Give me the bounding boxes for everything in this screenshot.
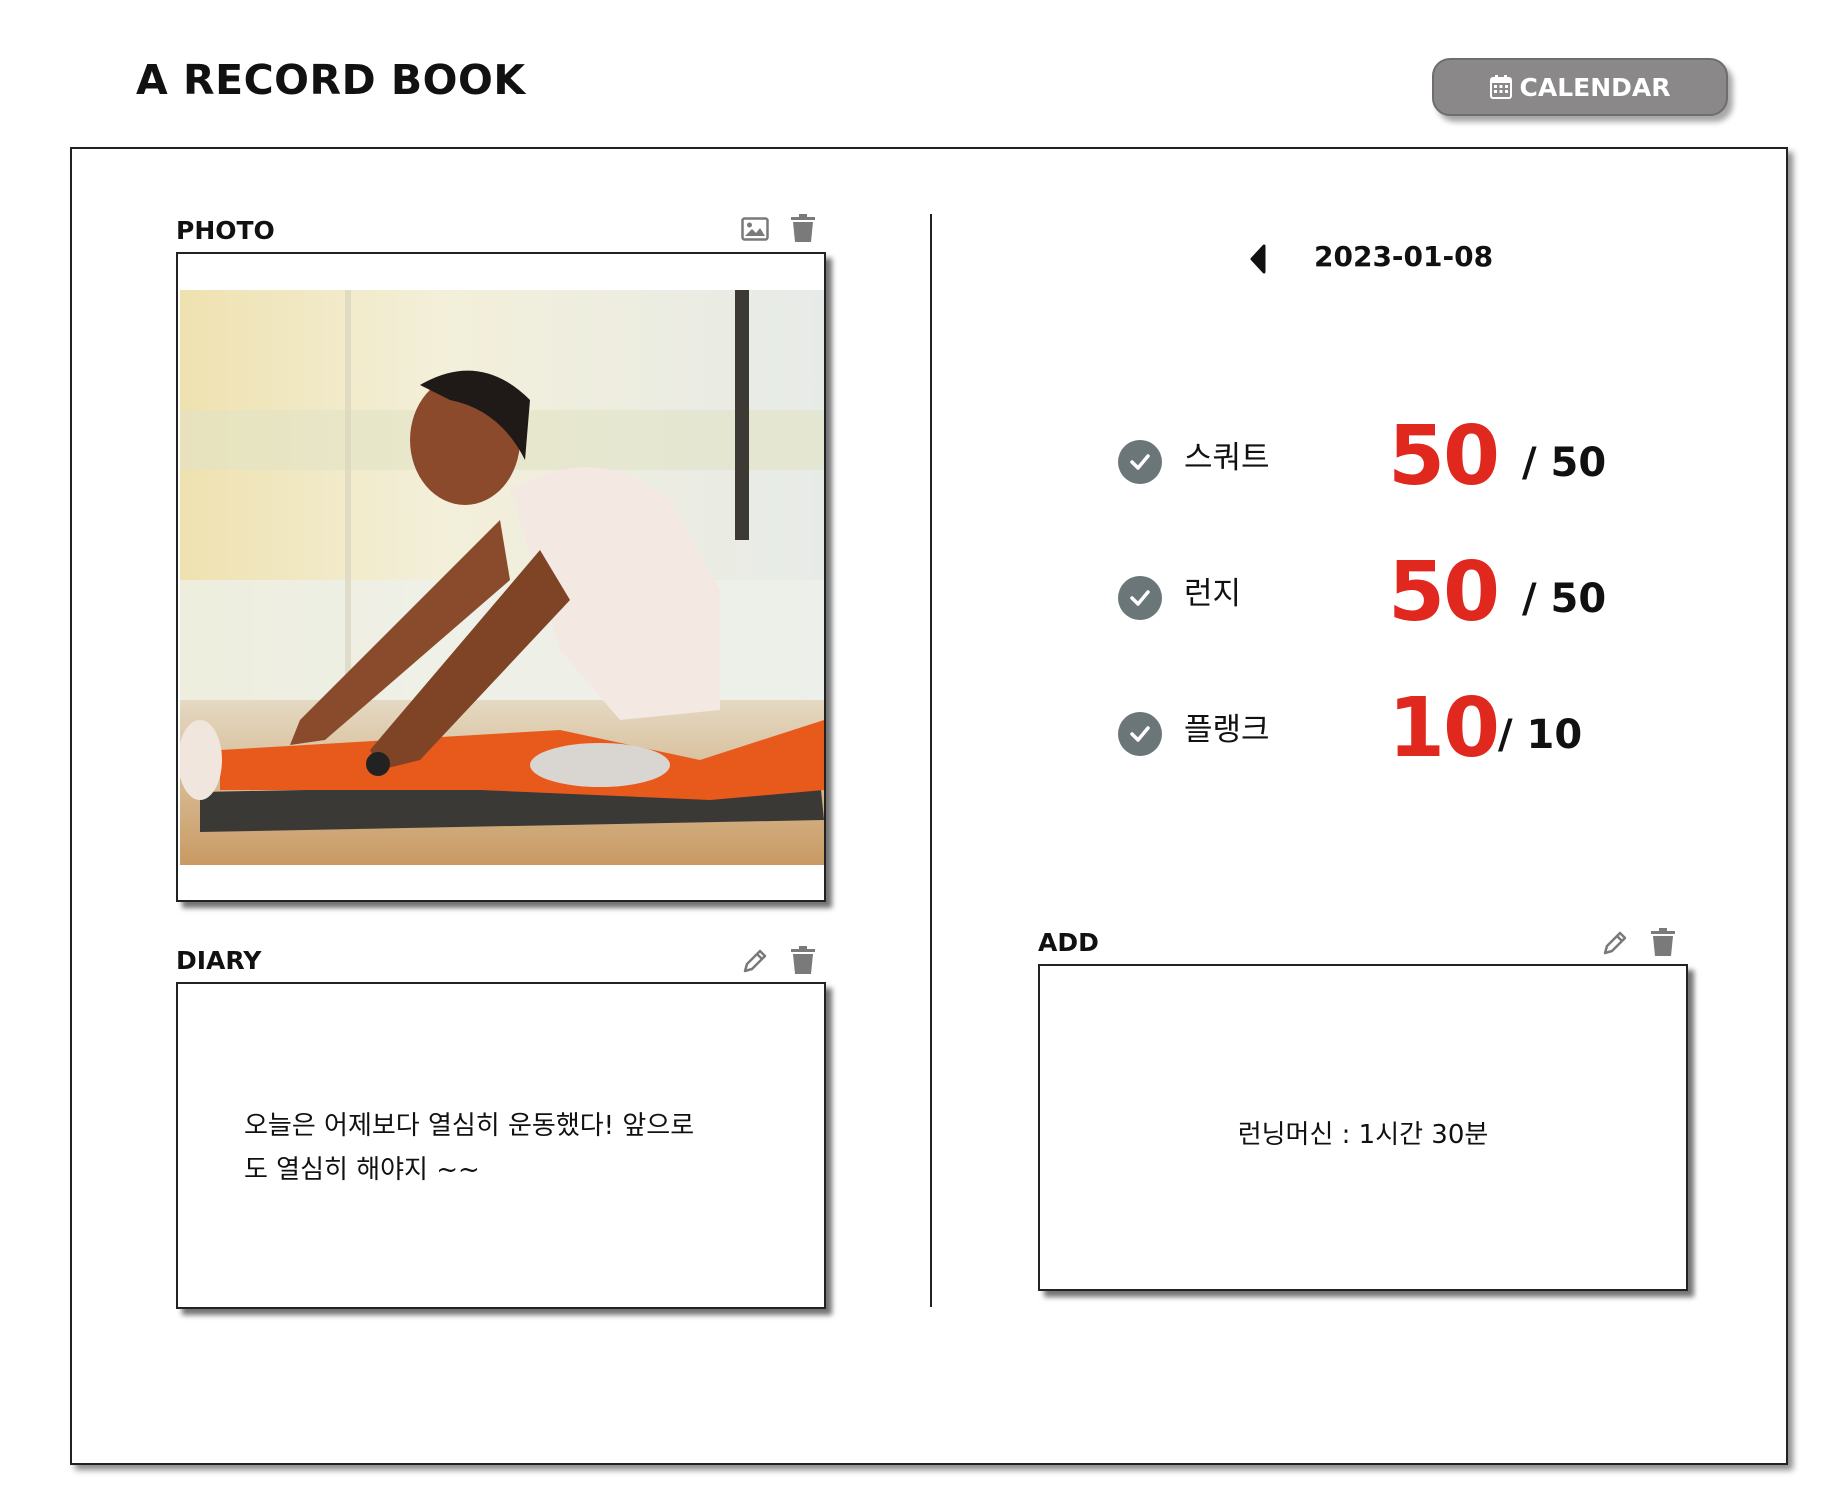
diary-section-label: DIARY bbox=[176, 946, 262, 975]
pencil-icon[interactable] bbox=[1600, 928, 1630, 958]
exercise-row: 스쿼트 50 / 50 bbox=[1118, 410, 1678, 510]
pencil-icon[interactable] bbox=[740, 946, 770, 976]
exercise-target-count: / 10 bbox=[1498, 712, 1583, 758]
exercise-row: 플랭크 10 / 10 bbox=[1118, 682, 1678, 782]
exercise-done-count: 50 bbox=[1388, 409, 1500, 504]
exercise-name: 스쿼트 bbox=[1184, 440, 1270, 476]
exercise-name: 런지 bbox=[1184, 576, 1242, 612]
photo-frame[interactable] bbox=[176, 252, 826, 902]
page-divider bbox=[930, 214, 932, 1307]
exercise-name: 플랭크 bbox=[1184, 712, 1270, 748]
trash-icon[interactable] bbox=[788, 945, 818, 975]
photo-section-label: PHOTO bbox=[176, 216, 275, 245]
trash-icon[interactable] bbox=[1648, 927, 1678, 957]
check-circle-icon[interactable] bbox=[1118, 712, 1162, 756]
calendar-icon bbox=[1489, 75, 1512, 99]
diary-line-1: 오늘은 어제보다 열심히 운동했다! 앞으로 bbox=[244, 1111, 695, 1141]
check-circle-icon[interactable] bbox=[1118, 576, 1162, 620]
exercise-row: 런지 50 / 50 bbox=[1118, 546, 1678, 646]
diary-box[interactable]: 오늘은 어제보다 열심히 운동했다! 앞으로 도 열심히 해야지 ~~ bbox=[176, 982, 826, 1309]
app-title: A RECORD BOOK bbox=[136, 56, 526, 104]
calendar-button[interactable]: CALENDAR bbox=[1432, 58, 1728, 116]
exercise-target-count: / 50 bbox=[1522, 440, 1607, 486]
trash-icon[interactable] bbox=[788, 213, 818, 243]
check-circle-icon[interactable] bbox=[1118, 440, 1162, 484]
caret-left-icon[interactable] bbox=[1248, 244, 1270, 274]
diary-line-2: 도 열심히 해야지 ~~ bbox=[244, 1155, 480, 1185]
diary-text: 오늘은 어제보다 열심히 운동했다! 앞으로 도 열심히 해야지 ~~ bbox=[244, 1104, 774, 1192]
add-text: 런닝머신 : 1시간 30분 bbox=[1237, 1120, 1489, 1150]
exercise-done-count: 10 bbox=[1388, 681, 1500, 776]
add-box[interactable]: 런닝머신 : 1시간 30분 bbox=[1038, 964, 1688, 1291]
exercise-done-count: 50 bbox=[1388, 545, 1500, 640]
current-date: 2023-01-08 bbox=[1314, 240, 1494, 273]
calendar-button-label: CALENDAR bbox=[1519, 72, 1671, 102]
exercise-target-count: / 50 bbox=[1522, 576, 1607, 622]
add-section-label: ADD bbox=[1038, 928, 1099, 957]
image-icon[interactable] bbox=[740, 214, 770, 244]
workout-photo bbox=[180, 290, 824, 865]
